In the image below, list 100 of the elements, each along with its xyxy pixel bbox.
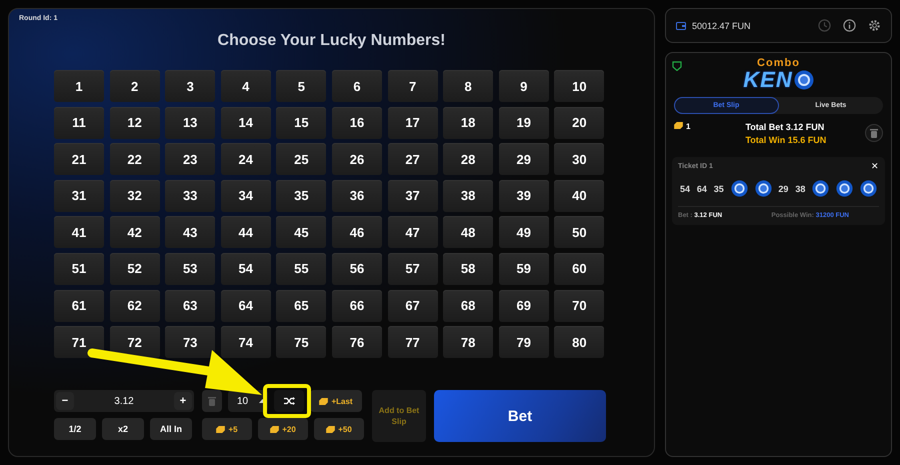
number-tile[interactable]: 14 — [220, 106, 271, 139]
number-tile[interactable]: 52 — [110, 252, 160, 285]
number-tile[interactable]: 73 — [165, 326, 216, 358]
amount-button[interactable]: All In — [150, 418, 192, 440]
number-tile[interactable]: 53 — [165, 252, 216, 285]
number-tile[interactable]: 10 — [554, 70, 604, 102]
number-tile[interactable]: 41 — [54, 216, 104, 248]
number-tile[interactable]: 66 — [332, 290, 382, 322]
number-tile[interactable]: 24 — [220, 143, 271, 176]
number-tile[interactable]: 7 — [388, 70, 438, 102]
number-tile[interactable]: 38 — [443, 180, 494, 212]
number-tile[interactable]: 28 — [443, 143, 494, 176]
number-tile[interactable]: 51 — [54, 252, 104, 285]
caret-icon — [259, 399, 266, 404]
number-tile[interactable]: 74 — [220, 326, 271, 358]
number-tile[interactable]: 80 — [554, 326, 604, 358]
number-tile[interactable]: 43 — [165, 216, 216, 248]
ticket-button[interactable]: +50 — [314, 418, 364, 440]
wallet-icon — [676, 22, 686, 30]
minus-button[interactable]: − — [56, 392, 74, 410]
number-tile[interactable]: 70 — [554, 290, 604, 322]
number-tile[interactable]: 29 — [498, 143, 549, 176]
number-tile[interactable]: 39 — [498, 180, 549, 212]
number-tile[interactable]: 64 — [220, 290, 271, 322]
close-button[interactable]: ✕ — [871, 161, 879, 171]
number-tile[interactable]: 69 — [498, 290, 549, 322]
settings-icon[interactable] — [868, 19, 881, 32]
number-tile[interactable]: 23 — [165, 143, 216, 176]
number-tile[interactable]: 55 — [276, 252, 326, 285]
number-tile[interactable]: 30 — [554, 143, 604, 176]
number-tile[interactable]: 19 — [498, 106, 549, 139]
number-tile[interactable]: 6 — [332, 70, 382, 102]
number-tile[interactable]: 59 — [498, 252, 549, 285]
number-tile[interactable]: 72 — [110, 326, 160, 358]
number-tile[interactable]: 16 — [332, 106, 382, 139]
number-tile[interactable]: 25 — [276, 143, 326, 176]
number-tile[interactable]: 79 — [498, 326, 549, 358]
number-tile[interactable]: 35 — [276, 180, 326, 212]
number-tile[interactable]: 76 — [332, 326, 382, 358]
clear-button[interactable] — [202, 390, 222, 412]
number-tile[interactable]: 21 — [54, 143, 104, 176]
number-tile[interactable]: 3 — [165, 70, 216, 102]
plus-button[interactable]: + — [174, 392, 192, 410]
number-tile[interactable]: 9 — [498, 70, 549, 102]
number-tile[interactable]: 2 — [110, 70, 160, 102]
ticket-button[interactable]: +20 — [258, 418, 308, 440]
number-tile[interactable]: 8 — [443, 70, 494, 102]
info-icon[interactable] — [843, 19, 856, 32]
number-tile[interactable]: 47 — [388, 216, 438, 248]
number-tile[interactable]: 27 — [388, 143, 438, 176]
amount-button[interactable]: 1/2 — [54, 418, 96, 440]
number-tile[interactable]: 48 — [443, 216, 494, 248]
number-tile[interactable]: 15 — [276, 106, 326, 139]
delete-button[interactable] — [865, 124, 883, 142]
number-tile[interactable]: 34 — [220, 180, 271, 212]
number-tile[interactable]: 40 — [554, 180, 604, 212]
bet-button[interactable]: Bet — [434, 390, 606, 442]
number-tile[interactable]: 56 — [332, 252, 382, 285]
number-tile[interactable]: 5 — [276, 70, 326, 102]
number-tile[interactable]: 75 — [276, 326, 326, 358]
number-tile[interactable]: 17 — [388, 106, 438, 139]
number-tile[interactable]: 45 — [276, 216, 326, 248]
number-tile[interactable]: 78 — [443, 326, 494, 358]
add-to-slip-button[interactable]: Add to Bet Slip — [372, 390, 426, 442]
number-tile[interactable]: 18 — [443, 106, 494, 139]
amount-button[interactable]: x2 — [102, 418, 144, 440]
number-tile[interactable]: 26 — [332, 143, 382, 176]
bet-amount-field[interactable]: − 3.12 + — [54, 390, 194, 412]
number-tile[interactable]: 67 — [388, 290, 438, 322]
number-tile[interactable]: 54 — [220, 252, 271, 285]
number-tile[interactable]: 65 — [276, 290, 326, 322]
number-tile[interactable]: 77 — [388, 326, 438, 358]
number-tile[interactable]: 49 — [498, 216, 549, 248]
number-tile[interactable]: 22 — [110, 143, 160, 176]
number-tile[interactable]: 63 — [165, 290, 216, 322]
number-tile[interactable]: 1 — [54, 70, 104, 102]
number-tile[interactable]: 20 — [554, 106, 604, 139]
number-tile[interactable]: 12 — [110, 106, 160, 139]
ticket-button[interactable]: +5 — [202, 418, 252, 440]
number-tile[interactable]: 58 — [443, 252, 494, 285]
number-tile[interactable]: 42 — [110, 216, 160, 248]
number-tile[interactable]: 44 — [220, 216, 271, 248]
number-tile[interactable]: 37 — [388, 180, 438, 212]
number-tile[interactable]: 61 — [54, 290, 104, 322]
number-tile[interactable]: 71 — [54, 326, 104, 358]
ticket-button[interactable]: +Last — [310, 390, 362, 412]
number-tile[interactable]: 13 — [165, 106, 216, 139]
shuffle-button[interactable] — [274, 390, 304, 412]
number-tile[interactable]: 60 — [554, 252, 604, 285]
number-tile[interactable]: 46 — [332, 216, 382, 248]
number-tile[interactable]: 4 — [220, 70, 271, 102]
number-tile[interactable]: 31 — [54, 180, 104, 212]
number-tile[interactable]: 32 — [110, 180, 160, 212]
number-tile[interactable]: 50 — [554, 216, 604, 248]
number-tile[interactable]: 36 — [332, 180, 382, 212]
number-tile[interactable]: 57 — [388, 252, 438, 285]
number-tile[interactable]: 62 — [110, 290, 160, 322]
number-tile[interactable]: 68 — [443, 290, 494, 322]
number-tile[interactable]: 11 — [54, 106, 104, 139]
number-tile[interactable]: 33 — [165, 180, 216, 212]
